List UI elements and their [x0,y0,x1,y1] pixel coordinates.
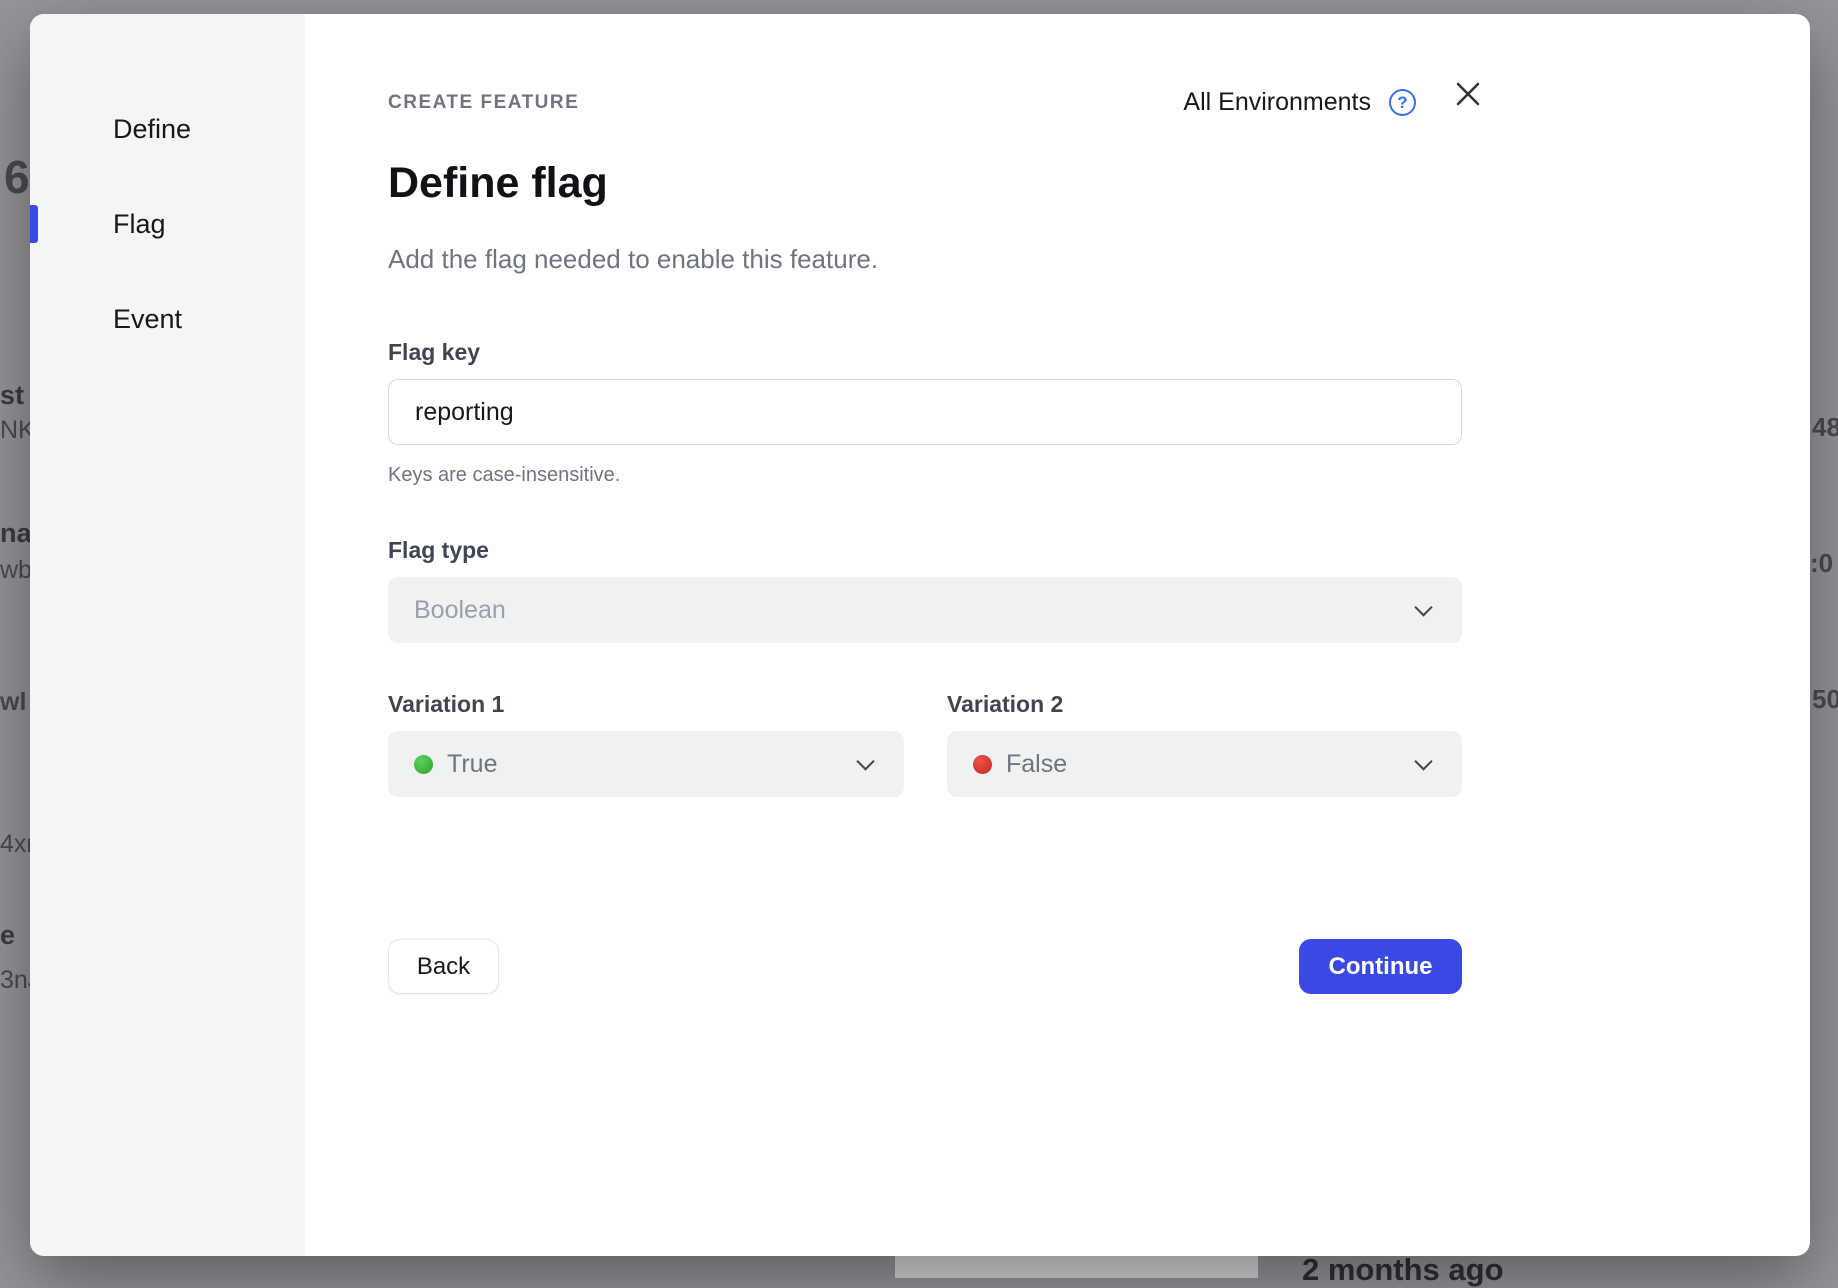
variation-2-value: False [1006,750,1067,779]
active-step-indicator [30,205,38,243]
continue-button[interactable]: Continue [1299,939,1462,994]
page-subtitle: Add the flag needed to enable this featu… [388,244,1810,275]
question-circle-icon[interactable] [1389,89,1416,116]
variation-2-field: Variation 2 False [947,691,1462,797]
modal-main: CREATE FEATURE All Environments Define f… [305,14,1810,1256]
steps-sidebar: Define Flag Event [30,14,305,1256]
step-define[interactable]: Define [30,112,305,146]
step-flag[interactable]: Flag [30,207,305,241]
variation-1-field: Variation 1 True [388,691,904,797]
chevron-down-icon [1414,753,1432,771]
variation-2-label: Variation 2 [947,691,1462,717]
step-event-label: Event [113,304,182,334]
page-title: Define flag [388,161,1810,206]
modal-footer: Back Continue [388,939,1462,994]
background-text-fragment: wb [0,556,32,585]
background-text-fragment: 2 months ago [1302,1252,1504,1288]
flag-key-helper-text: Keys are case-insensitive. [388,463,1810,487]
x-icon [1453,79,1483,109]
background-text-fragment: 50 [1812,684,1838,715]
step-event[interactable]: Event [30,302,305,336]
variation-1-value: True [447,750,497,779]
background-text-fragment: st [0,380,24,411]
environments-label: All Environments [1183,88,1371,117]
variation-1-select[interactable]: True [388,731,904,797]
flag-type-select[interactable]: Boolean [388,577,1462,643]
background-text-fragment: e [0,920,15,951]
background-text-fragment: wl [0,688,26,717]
variation-2-select[interactable]: False [947,731,1462,797]
create-feature-modal: Define Flag Event CREATE FEATURE All Env… [30,14,1810,1256]
close-button[interactable] [1452,78,1484,110]
flag-key-input[interactable] [388,379,1462,445]
green-dot-icon [414,755,433,774]
backdrop-row-highlight [895,1254,1258,1278]
variations-row: Variation 1 True Variation 2 False [388,691,1810,797]
background-text-fragment: na [0,518,32,549]
chevron-down-icon [856,753,874,771]
background-text-fragment: 48 [1812,412,1838,443]
flag-key-label: Flag key [388,339,1810,365]
background-text-fragment: 6 [4,150,30,204]
back-button[interactable]: Back [388,939,499,994]
chevron-down-icon [1414,599,1432,617]
background-text-fragment: :0 [1810,548,1833,579]
step-flag-label: Flag [113,209,166,239]
modal-header: CREATE FEATURE All Environments [388,88,1484,117]
flag-type-label: Flag type [388,537,1810,563]
red-dot-icon [973,755,992,774]
step-define-label: Define [113,114,191,144]
eyebrow-title: CREATE FEATURE [388,92,579,114]
flag-type-value: Boolean [414,596,506,625]
variation-1-label: Variation 1 [388,691,904,717]
